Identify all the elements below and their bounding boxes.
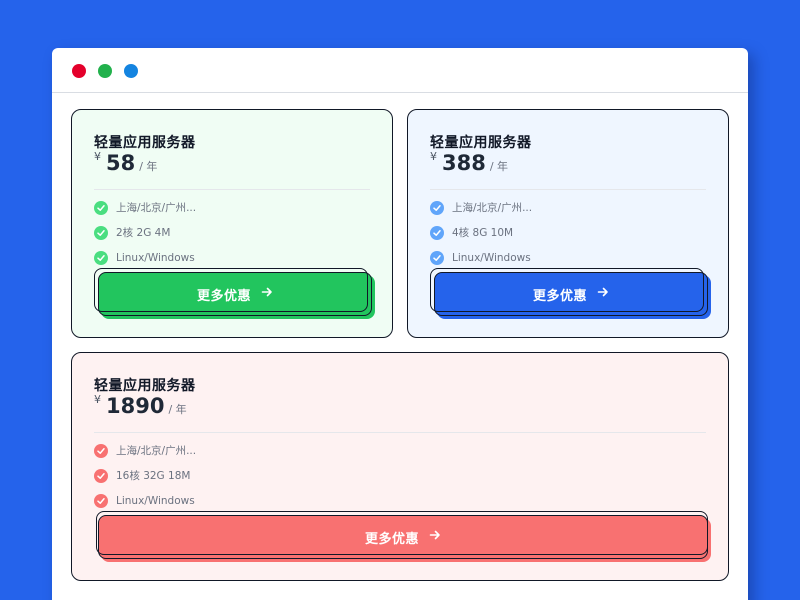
price: ¥388/ 年 <box>430 150 508 178</box>
check-circle-icon <box>94 493 108 508</box>
pricing-card-premium: 轻量应用服务器 ¥1890/ 年 上海/北京/广州... 16核 32G 18M… <box>71 352 729 581</box>
list-item: Linux/Windows <box>94 245 196 270</box>
list-item: 上海/北京/广州... <box>430 195 532 220</box>
close-dot-icon[interactable] <box>72 64 86 78</box>
list-item: Linux/Windows <box>94 488 196 513</box>
currency-symbol: ¥ <box>430 150 437 163</box>
price: ¥1890/ 年 <box>94 393 187 421</box>
feature-text: Linux/Windows <box>452 251 531 264</box>
check-circle-icon <box>94 225 108 240</box>
divider <box>94 432 706 433</box>
minimize-dot-icon[interactable] <box>98 64 112 78</box>
price-period: / 年 <box>489 160 509 173</box>
card-title: 轻量应用服务器 <box>430 135 532 151</box>
list-item: 2核 2G 4M <box>94 220 196 245</box>
list-item: 上海/北京/广州... <box>94 195 196 220</box>
feature-text: Linux/Windows <box>116 494 195 507</box>
list-item: 上海/北京/广州... <box>94 438 196 463</box>
check-circle-icon <box>430 200 444 215</box>
feature-list: 上海/北京/广州... 16核 32G 18M Linux/Windows <box>94 438 196 513</box>
currency-symbol: ¥ <box>94 150 101 163</box>
window-titlebar <box>52 48 748 93</box>
list-item: Linux/Windows <box>430 245 532 270</box>
maximize-dot-icon[interactable] <box>124 64 138 78</box>
check-circle-icon <box>94 250 108 265</box>
check-circle-icon <box>430 250 444 265</box>
feature-text: 上海/北京/广州... <box>116 202 197 214</box>
pricing-card-basic: 轻量应用服务器 ¥58/ 年 上海/北京/广州... 2核 2G 4M Linu… <box>71 109 393 338</box>
check-circle-icon <box>94 200 108 215</box>
price: ¥58/ 年 <box>94 150 157 178</box>
button-outline-decoration <box>96 511 708 555</box>
button-outline-decoration <box>430 268 704 312</box>
feature-text: Linux/Windows <box>116 251 195 264</box>
button-outline-decoration <box>94 268 368 312</box>
currency-symbol: ¥ <box>94 393 101 406</box>
feature-text: 上海/北京/广州... <box>452 202 533 214</box>
price-period: / 年 <box>139 160 158 173</box>
price-amount: 58 <box>106 151 136 175</box>
pricing-card-standard: 轻量应用服务器 ¥388/ 年 上海/北京/广州... 4核 8G 10M Li… <box>407 109 729 338</box>
price-amount: 388 <box>442 151 486 175</box>
check-circle-icon <box>94 468 108 483</box>
feature-text: 4核 8G 10M <box>452 227 514 239</box>
price-period: / 年 <box>168 403 187 416</box>
feature-list: 上海/北京/广州... 4核 8G 10M Linux/Windows <box>430 195 532 270</box>
price-amount: 1890 <box>106 394 165 418</box>
card-title: 轻量应用服务器 <box>94 135 196 151</box>
check-circle-icon <box>94 443 108 458</box>
list-item: 16核 32G 18M <box>94 463 196 488</box>
card-title: 轻量应用服务器 <box>94 378 196 394</box>
feature-list: 上海/北京/广州... 2核 2G 4M Linux/Windows <box>94 195 196 270</box>
divider <box>430 189 706 190</box>
feature-text: 16核 32G 18M <box>116 470 191 482</box>
list-item: 4核 8G 10M <box>430 220 532 245</box>
divider <box>94 189 370 190</box>
feature-text: 上海/北京/广州... <box>116 445 197 457</box>
browser-window: 轻量应用服务器 ¥58/ 年 上海/北京/广州... 2核 2G 4M Linu… <box>52 48 748 600</box>
check-circle-icon <box>430 225 444 240</box>
feature-text: 2核 2G 4M <box>116 227 171 239</box>
